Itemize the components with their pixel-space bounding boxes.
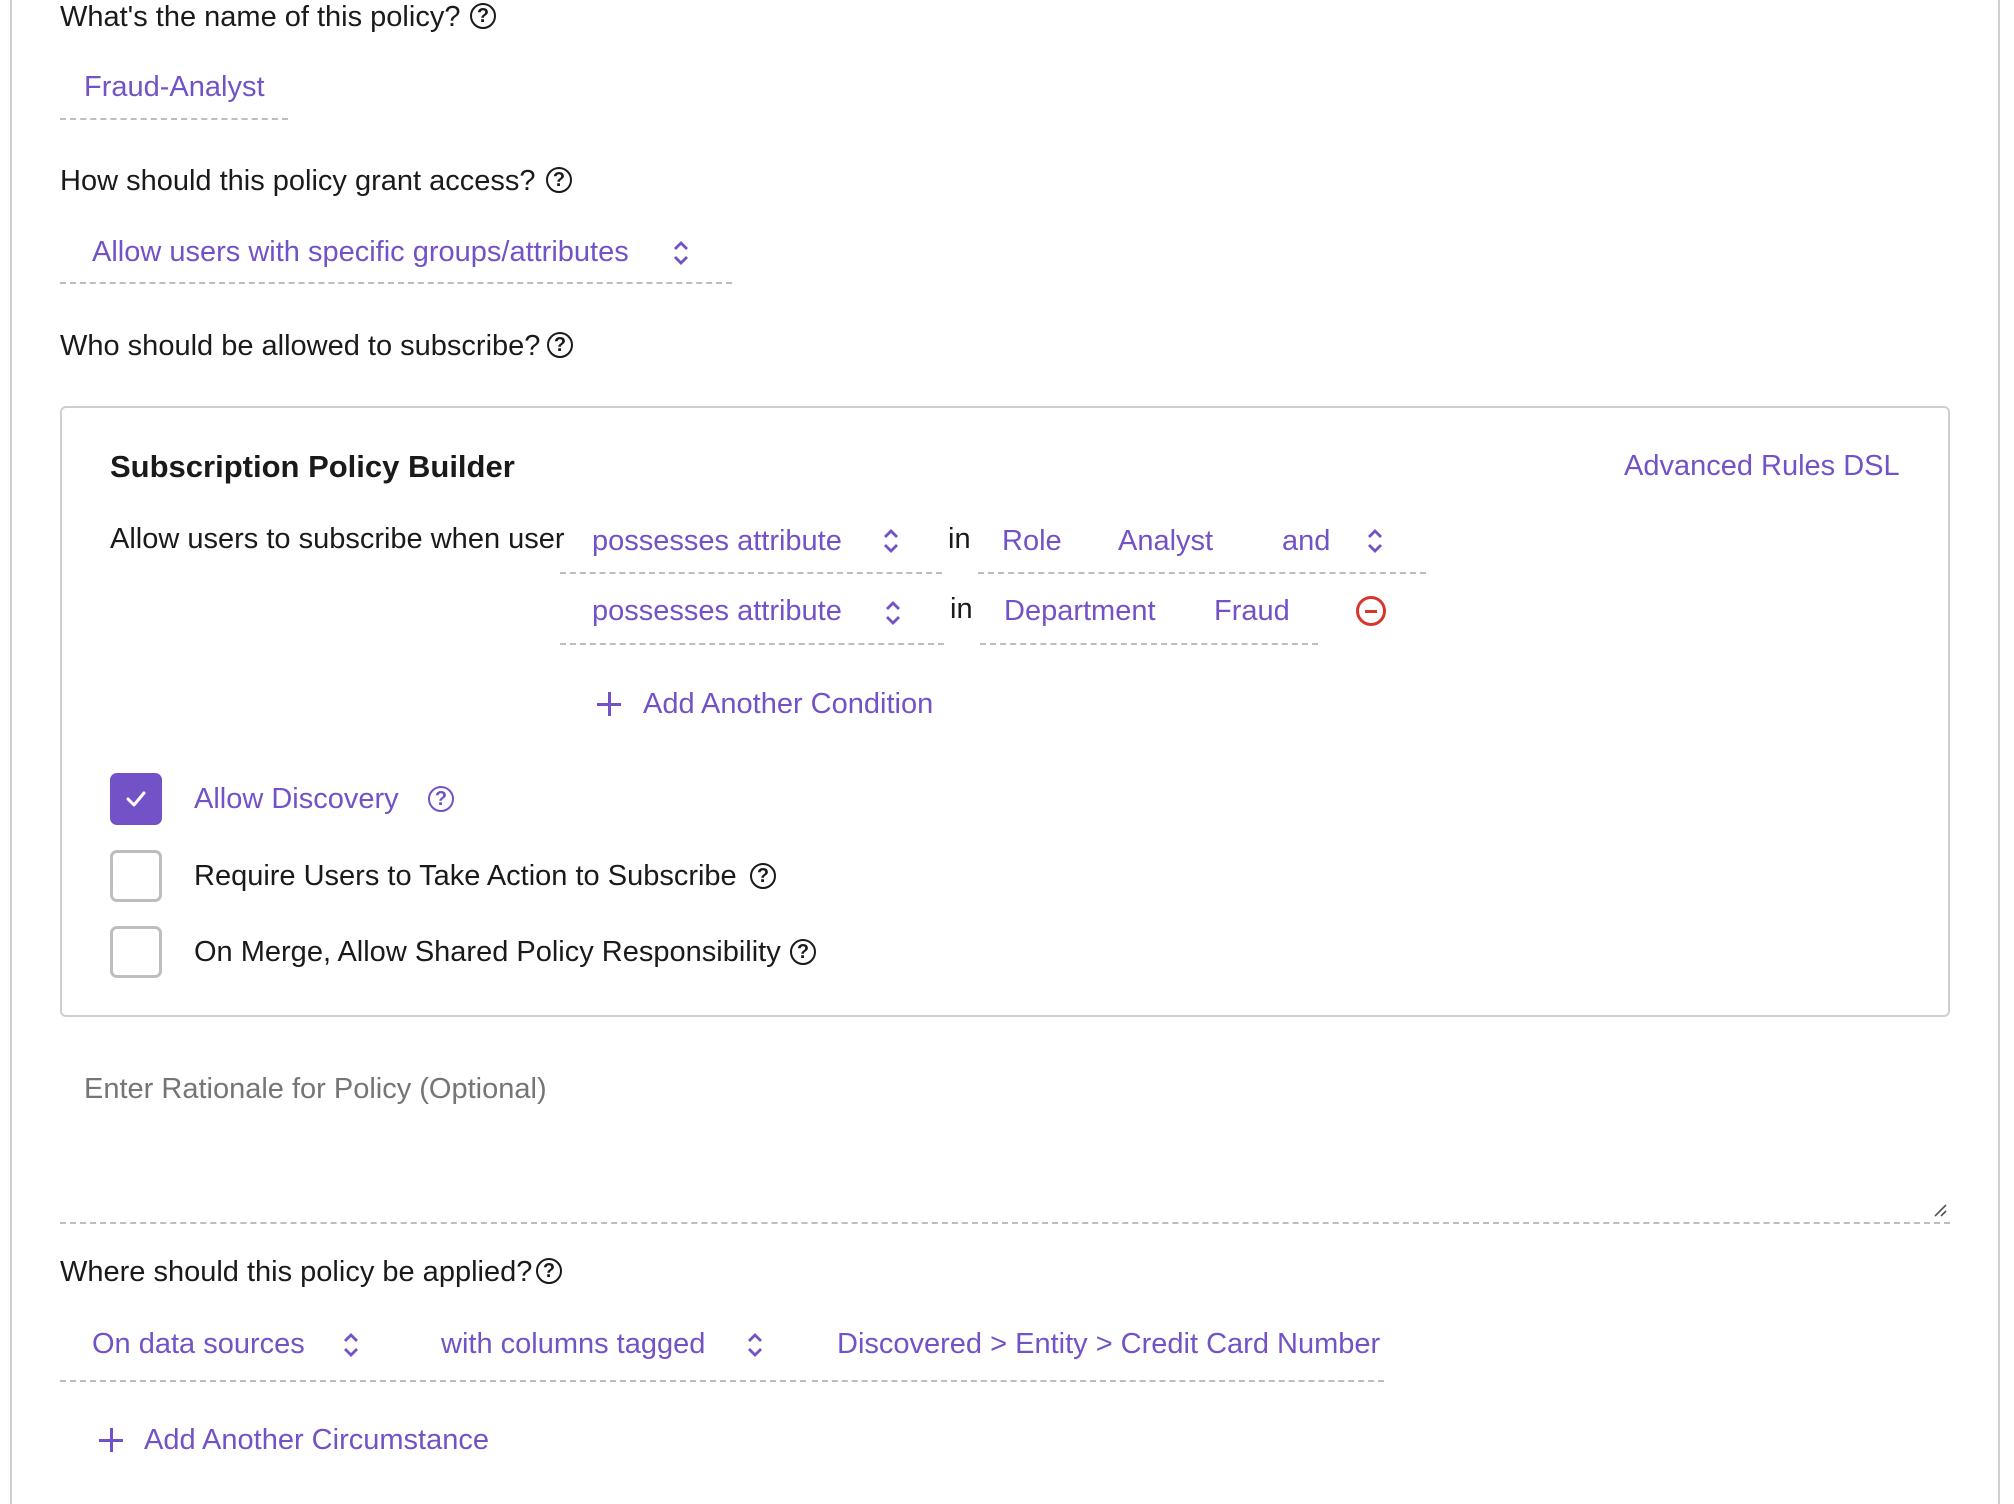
condition-2-attribute[interactable]: Department	[1004, 594, 1156, 628]
add-another-condition-button[interactable]: Add Another Condition	[643, 687, 933, 721]
form-left-border	[10, 0, 12, 1504]
require-action-checkbox[interactable]	[110, 850, 162, 902]
remove-condition-icon[interactable]	[1356, 596, 1386, 626]
filter-select[interactable]: with columns tagged	[441, 1327, 705, 1361]
condition-1-conjunction-select[interactable]: and	[1282, 524, 1330, 558]
add-condition-plus-icon	[597, 692, 621, 716]
require-action-help-icon[interactable]: ?	[750, 863, 776, 889]
applied-question: Where should this policy be applied?	[60, 1256, 533, 1288]
chevron-up-down-icon	[886, 601, 900, 625]
condition-2-value-underline	[980, 643, 1318, 645]
add-another-circumstance-button[interactable]: Add Another Circumstance	[144, 1423, 489, 1457]
rationale-underline	[60, 1222, 1950, 1224]
grant-access-select[interactable]: Allow users with specific groups/attribu…	[92, 235, 629, 269]
tag-underline	[812, 1380, 1384, 1382]
condition-2-value[interactable]: Fraud	[1214, 594, 1290, 628]
tag-input[interactable]: Discovered > Entity > Credit Card Number	[837, 1327, 1380, 1361]
applied-help-icon[interactable]: ?	[536, 1258, 562, 1284]
shared-responsibility-label[interactable]: On Merge, Allow Shared Policy Responsibi…	[194, 935, 781, 969]
chevron-up-down-icon	[1368, 529, 1382, 553]
subscription-policy-builder	[60, 406, 1950, 1017]
add-circumstance-plus-icon	[99, 1428, 123, 1452]
rationale-textarea[interactable]: Enter Rationale for Policy (Optional)	[84, 1072, 547, 1106]
subscribe-question: Who should be allowed to subscribe?	[60, 330, 541, 362]
condition-1-operator-select[interactable]: possesses attribute	[592, 524, 842, 558]
condition-2-operator-underline	[560, 643, 944, 645]
policy-name-help-icon[interactable]: ?	[470, 3, 496, 29]
checkmark-icon	[126, 791, 146, 807]
builder-title: Subscription Policy Builder	[110, 449, 515, 484]
shared-responsibility-checkbox[interactable]	[110, 926, 162, 978]
condition-1-value[interactable]: Analyst	[1118, 524, 1213, 558]
policy-name-question: What's the name of this policy?	[60, 1, 461, 33]
allow-discovery-checkbox[interactable]	[110, 773, 162, 825]
condition-2-in-label: in	[950, 593, 973, 625]
condition-1-operator-underline	[560, 572, 942, 574]
grant-access-underline	[60, 282, 732, 284]
policy-name-underline	[60, 118, 288, 120]
advanced-rules-dsl-link[interactable]: Advanced Rules DSL	[1624, 449, 1900, 483]
chevron-up-down-icon	[884, 529, 898, 553]
allow-discovery-label[interactable]: Allow Discovery	[194, 782, 399, 816]
scope-select[interactable]: On data sources	[92, 1327, 305, 1361]
grant-access-help-icon[interactable]: ?	[546, 167, 572, 193]
require-action-label[interactable]: Require Users to Take Action to Subscrib…	[194, 859, 737, 893]
condition-1-in-label: in	[948, 523, 971, 555]
form-right-border	[1998, 0, 2000, 1504]
grant-access-question: How should this policy grant access?	[60, 165, 536, 197]
applied-selects-underline	[60, 1380, 806, 1382]
subscribe-help-icon[interactable]: ?	[547, 332, 573, 358]
policy-form: What's the name of this policy? ? Fraud-…	[0, 0, 2014, 1504]
shared-responsibility-help-icon[interactable]: ?	[790, 939, 816, 965]
chevron-up-down-icon	[748, 1333, 762, 1357]
chevron-up-down-icon	[344, 1333, 358, 1357]
condition-1-attribute[interactable]: Role	[1002, 524, 1062, 558]
condition-2-operator-select[interactable]: possesses attribute	[592, 594, 842, 628]
allow-discovery-help-icon[interactable]: ?	[428, 786, 454, 812]
resize-handle-icon[interactable]	[1932, 1202, 1948, 1218]
chevron-up-down-icon	[674, 241, 688, 265]
policy-name-input[interactable]: Fraud-Analyst	[84, 70, 265, 104]
builder-intro-text: Allow users to subscribe when user	[110, 523, 565, 555]
condition-1-value-underline	[978, 572, 1426, 574]
